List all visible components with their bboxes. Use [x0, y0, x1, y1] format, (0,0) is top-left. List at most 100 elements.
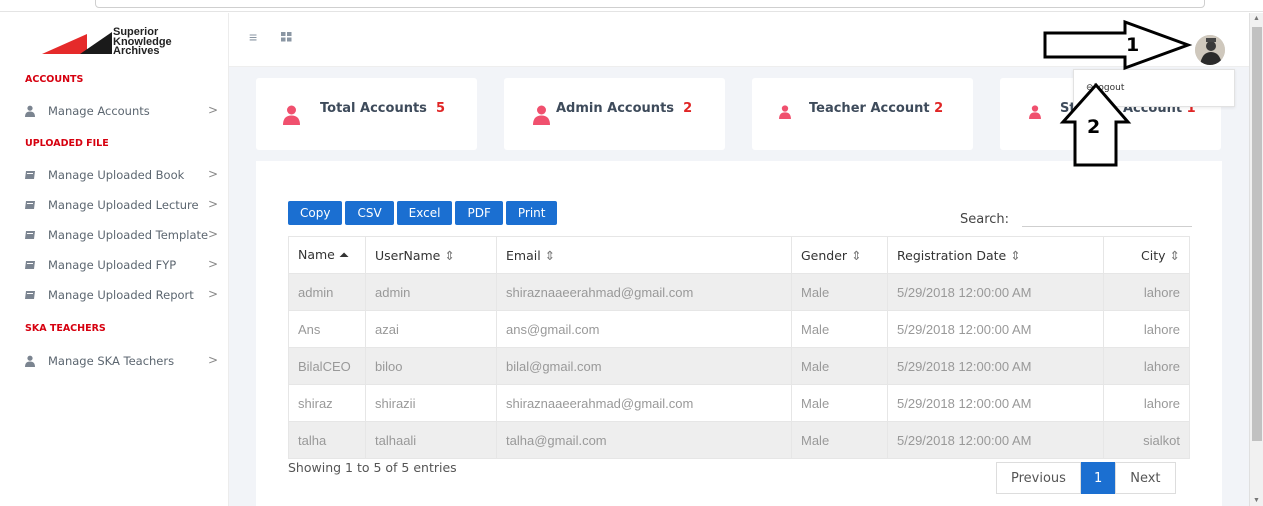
previous-page-button[interactable]: Previous — [996, 462, 1081, 494]
address-bar[interactable] — [95, 0, 1205, 8]
table-row[interactable]: admin admin shiraznaaeerahmad@gmail.com … — [288, 273, 1190, 311]
chevron-right-icon: > — [207, 353, 218, 367]
user-icon — [1029, 105, 1041, 119]
sidebar-item-uploaded-template[interactable]: Manage Uploaded Template > — [24, 224, 224, 246]
logo-mark-icon — [42, 32, 112, 54]
column-header-city[interactable]: City ⇕ — [1103, 236, 1190, 274]
cell-gender: Male — [791, 347, 888, 385]
sidebar-item-manage-ska-teachers[interactable]: Manage SKA Teachers > — [24, 350, 224, 372]
cell-name: BilalCEO — [288, 347, 366, 385]
chevron-right-icon: > — [207, 227, 218, 241]
book-icon — [25, 201, 35, 209]
table-row[interactable]: shiraz shirazii shiraznaaeerahmad@gmail.… — [288, 384, 1190, 422]
section-title-accounts: ACCOUNTS — [25, 74, 84, 85]
table-row[interactable]: Ans azai ans@gmail.com Male 5/29/2018 12… — [288, 310, 1190, 348]
brand-logo[interactable]: Superior Knowledge Archives — [42, 27, 212, 58]
csv-button[interactable]: CSV — [345, 201, 394, 225]
sidebar-item-label: Manage SKA Teachers — [48, 354, 175, 368]
pagination: Previous 1 Next — [996, 462, 1176, 494]
chevron-right-icon: > — [207, 257, 218, 271]
pdf-button[interactable]: PDF — [455, 201, 503, 225]
column-header-email[interactable]: Email ⇕ — [496, 236, 792, 274]
user-icon — [25, 355, 35, 367]
sidebar: Superior Knowledge Archives ACCOUNTS Man… — [0, 13, 229, 506]
cell-username: shirazii — [365, 384, 497, 422]
sidebar-item-label: Manage Uploaded Template — [48, 228, 209, 242]
cell-username: biloo — [365, 347, 497, 385]
scroll-up-icon[interactable]: ▲ — [1253, 15, 1260, 22]
section-title-uploaded-file: UPLOADED FILE — [25, 138, 109, 149]
logout-menu-item[interactable]: ⊖Logout — [1086, 83, 1124, 93]
cell-name: talha — [288, 421, 366, 459]
search-label: Search: — [960, 212, 1010, 227]
sidebar-item-uploaded-fyp[interactable]: Manage Uploaded FYP > — [24, 254, 224, 276]
cell-username: admin — [365, 273, 497, 311]
hamburger-menu-icon[interactable]: ≡ — [249, 29, 257, 45]
sidebar-item-uploaded-lecture[interactable]: Manage Uploaded Lecture > — [24, 194, 224, 216]
sidebar-item-label: Manage Uploaded Book — [48, 168, 185, 182]
column-header-registration-date[interactable]: Registration Date ⇕ — [887, 236, 1104, 274]
cell-gender: Male — [791, 384, 888, 422]
sidebar-item-label: Manage Uploaded Report — [48, 288, 194, 302]
avatar-image-icon — [1195, 35, 1225, 65]
excel-button[interactable]: Excel — [396, 201, 453, 225]
sidebar-item-uploaded-book[interactable]: Manage Uploaded Book > — [24, 164, 224, 186]
search-input[interactable] — [1022, 207, 1192, 227]
chevron-right-icon: > — [207, 197, 218, 211]
annotation-number-2: 2 — [1087, 116, 1101, 138]
table-row[interactable]: BilalCEO biloo bilal@gmail.com Male 5/29… — [288, 347, 1190, 385]
export-buttons: Copy CSV Excel PDF Print — [288, 201, 558, 225]
sort-icon: ⇕ — [1010, 247, 1021, 263]
accounts-table-panel: Copy CSV Excel PDF Print Search: Name ⏶ … — [256, 161, 1222, 506]
cell-gender: Male — [791, 310, 888, 348]
next-page-button[interactable]: Next — [1115, 462, 1176, 494]
column-header-name[interactable]: Name ⏶ — [288, 236, 366, 274]
cell-registration-date: 5/29/2018 12:00:00 AM — [887, 384, 1104, 422]
book-icon — [25, 291, 35, 299]
sidebar-item-manage-accounts[interactable]: Manage Accounts > — [24, 100, 224, 122]
cell-city: lahore — [1103, 273, 1190, 311]
column-label: Registration Date — [897, 247, 1007, 263]
sort-icon: ⇕ — [444, 247, 455, 263]
column-header-gender[interactable]: Gender ⇕ — [791, 236, 888, 274]
user-avatar[interactable] — [1195, 35, 1225, 65]
chevron-right-icon: > — [207, 287, 218, 301]
cell-gender: Male — [791, 273, 888, 311]
stat-value: 2 — [934, 101, 944, 116]
cell-name: admin — [288, 273, 366, 311]
table-row[interactable]: talha talhaali talha@gmail.com Male 5/29… — [288, 421, 1190, 459]
brand-name: Superior Knowledge Archives — [113, 27, 172, 57]
stat-card-admin-accounts: Admin Accounts 2 — [504, 78, 725, 150]
section-title-ska-teachers: SKA TEACHERS — [25, 323, 106, 334]
cell-email: ans@gmail.com — [496, 310, 792, 348]
sidebar-item-uploaded-report[interactable]: Manage Uploaded Report > — [24, 284, 224, 306]
annotation-number-1: 1 — [1126, 34, 1140, 56]
copy-button[interactable]: Copy — [288, 201, 343, 225]
vertical-scrollbar[interactable]: ▲ ▼ — [1249, 13, 1263, 506]
print-button[interactable]: Print — [505, 201, 558, 225]
stat-label: Teacher Account 2 — [809, 101, 943, 116]
table-header-row: Name ⏶ UserName ⇕ Email ⇕ Gender ⇕ Regis… — [288, 236, 1190, 274]
cell-username: talhaali — [365, 421, 497, 459]
cell-city: lahore — [1103, 310, 1190, 348]
stat-value: 2 — [683, 101, 693, 116]
page-1-button[interactable]: 1 — [1080, 462, 1116, 494]
scroll-down-icon[interactable]: ▼ — [1253, 497, 1260, 504]
stat-title: Teacher Account — [809, 101, 930, 116]
cell-name: shiraz — [288, 384, 366, 422]
logout-label: Logout — [1093, 83, 1125, 93]
cell-registration-date: 5/29/2018 12:00:00 AM — [887, 273, 1104, 311]
cell-city: lahore — [1103, 347, 1190, 385]
cell-registration-date: 5/29/2018 12:00:00 AM — [887, 310, 1104, 348]
scrollbar-thumb[interactable] — [1252, 27, 1262, 441]
grid-apps-icon[interactable] — [281, 32, 292, 42]
user-dropdown-menu: ⊖Logout — [1073, 69, 1235, 107]
stat-value: 5 — [435, 101, 446, 116]
logout-icon: ⊖ — [1086, 83, 1094, 93]
column-header-username[interactable]: UserName ⇕ — [365, 236, 497, 274]
cell-registration-date: 5/29/2018 12:00:00 AM — [887, 347, 1104, 385]
cell-email: bilal@gmail.com — [496, 347, 792, 385]
accounts-table: Name ⏶ UserName ⇕ Email ⇕ Gender ⇕ Regis… — [288, 236, 1190, 459]
stat-title: Total Accounts — [320, 101, 427, 116]
user-icon — [283, 105, 300, 125]
